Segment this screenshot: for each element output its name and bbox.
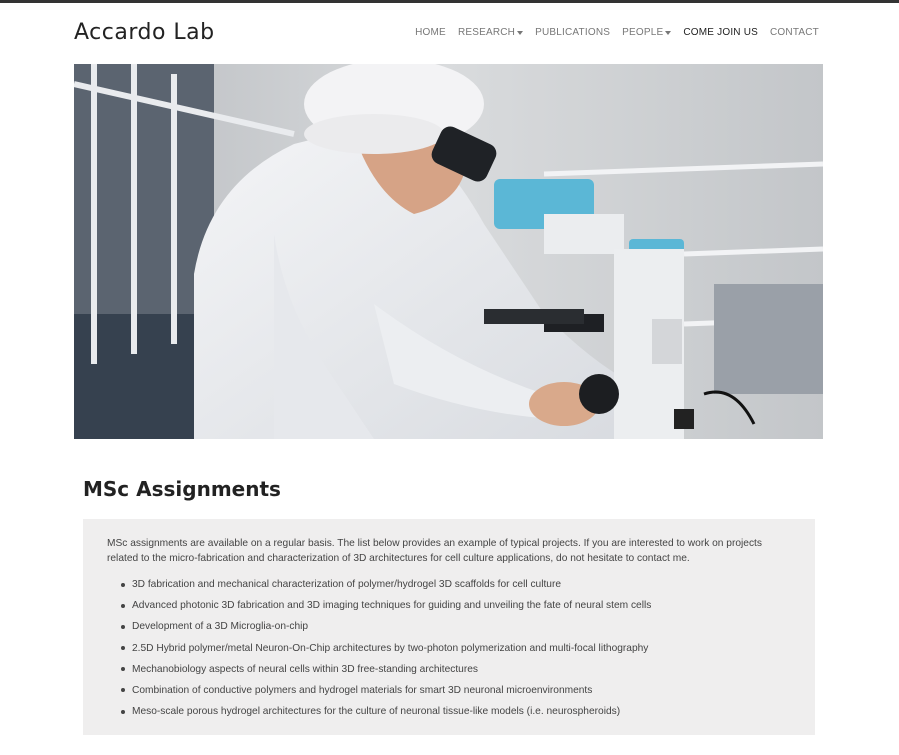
site-brand[interactable]: Accardo Lab — [74, 20, 215, 45]
list-item: 3D fabrication and mechanical characteri… — [121, 578, 791, 591]
nav-people-label: PEOPLE — [622, 27, 664, 38]
nav-come-join-us-label: COME JOIN US — [683, 27, 758, 38]
page-title: MSc Assignments — [83, 477, 281, 501]
caret-down-icon — [665, 31, 672, 35]
list-item: Mechanobiology aspects of neural cells w… — [121, 663, 791, 676]
nav-contact-label: CONTACT — [770, 27, 819, 38]
intro-text: MSc assignments are available on a regul… — [107, 538, 762, 564]
top-border — [0, 0, 899, 3]
list-item: 2.5D Hybrid polymer/metal Neuron-On-Chip… — [121, 642, 791, 655]
nav-contact[interactable]: CONTACT — [770, 27, 819, 38]
list-item: Advanced photonic 3D fabrication and 3D … — [121, 599, 791, 612]
nav-publications-label: PUBLICATIONS — [535, 27, 611, 38]
nav-publications[interactable]: PUBLICATIONS — [535, 27, 610, 38]
nav-research[interactable]: RESEARCH — [457, 27, 524, 38]
hero-image — [74, 64, 823, 439]
nav-research-label: RESEARCH — [457, 27, 516, 38]
main-nav: HOME RESEARCH PUBLICATIONS PEOPLE COME J… — [403, 27, 819, 38]
nav-people[interactable]: PEOPLE — [622, 27, 672, 38]
scientist-microscope-illustration — [74, 64, 823, 439]
caret-down-icon — [517, 31, 524, 35]
list-item: Meso-scale porous hydrogel architectures… — [121, 705, 791, 718]
nav-come-join-us[interactable]: COME JOIN US — [683, 27, 758, 38]
nav-home[interactable]: HOME — [415, 27, 446, 38]
list-item: Development of a 3D Microglia-on-chip — [121, 620, 791, 633]
nav-home-label: HOME — [415, 27, 446, 38]
assignments-panel: MSc assignments are available on a regul… — [83, 519, 815, 735]
assignments-list: 3D fabrication and mechanical characteri… — [121, 578, 791, 718]
list-item: Combination of conductive polymers and h… — [121, 684, 791, 697]
